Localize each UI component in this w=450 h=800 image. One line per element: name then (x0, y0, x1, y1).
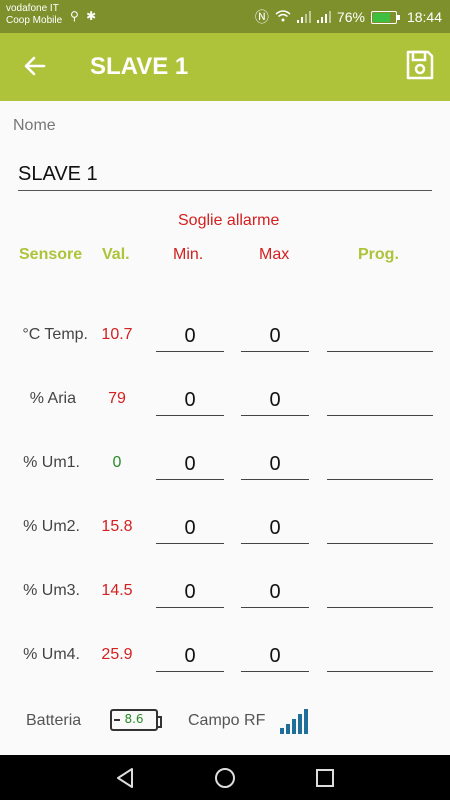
header-val: Val. (102, 246, 130, 263)
prog-input[interactable] (327, 513, 433, 544)
nfc-icon: Ⓝ (254, 9, 269, 25)
battery-voltage: 8.6 (124, 712, 144, 726)
min-threshold-input[interactable] (156, 577, 224, 608)
prog-input[interactable] (327, 641, 433, 672)
prog-input[interactable] (327, 449, 433, 480)
status-icons: Ⓝ 76% 18:44 (255, 7, 442, 27)
wifi-icon (275, 9, 291, 25)
soglie-allarme-label: Soglie allarme (178, 212, 280, 229)
prog-input[interactable] (327, 385, 433, 416)
save-icon[interactable] (406, 50, 434, 80)
max-threshold-input[interactable] (241, 449, 309, 480)
header-sensore: Sensore (19, 246, 83, 263)
sensor-label: % Um2. (23, 518, 80, 535)
header-min: Min. (173, 246, 204, 263)
page-title: SLAVE 1 (90, 53, 189, 80)
header-prog: Prog. (358, 246, 399, 263)
battery-level-icon: 8.6 (110, 709, 162, 731)
sensor-value: 25.9 (101, 646, 133, 663)
min-threshold-input[interactable] (156, 641, 224, 672)
signal-icon (296, 11, 311, 23)
home-circle-icon[interactable] (213, 766, 237, 790)
sensor-value: 14.5 (101, 582, 133, 599)
debug-icon: ✱ (86, 9, 97, 23)
min-threshold-input[interactable] (156, 321, 224, 352)
prog-input[interactable] (327, 577, 433, 608)
max-threshold-input[interactable] (241, 321, 309, 352)
min-threshold-input[interactable] (156, 513, 224, 544)
sensor-label: % Um3. (23, 582, 80, 599)
carrier-line-2: Coop Mobile (6, 15, 63, 26)
campo-rf-label: Campo RF (188, 712, 266, 729)
batteria-label: Batteria (26, 712, 82, 729)
sensor-value: 0 (112, 454, 122, 471)
max-threshold-input[interactable] (241, 641, 309, 672)
arrow-left-icon[interactable] (22, 53, 48, 79)
status-bar: vodafone IT Coop Mobile ⚲ ✱ Ⓝ 76% 18:44 (0, 0, 450, 33)
prog-input[interactable] (327, 321, 433, 352)
battery-icon (370, 10, 400, 24)
max-threshold-input[interactable] (241, 385, 309, 416)
max-threshold-input[interactable] (241, 577, 309, 608)
app-bar: SLAVE 1 (0, 33, 450, 101)
sensor-label: % Um4. (23, 646, 80, 663)
sensor-value: 79 (108, 390, 126, 407)
sensor-value: 15.8 (101, 518, 133, 535)
notification-icons: ⚲ ✱ (70, 9, 96, 23)
min-threshold-input[interactable] (156, 449, 224, 480)
nome-input[interactable] (18, 158, 432, 191)
signal-bars-icon (280, 708, 310, 734)
clock: 18:44 (406, 9, 442, 25)
header-max: Max (259, 246, 290, 263)
signal-icon (316, 11, 331, 23)
carrier-line-1: vodafone IT (6, 3, 59, 14)
max-threshold-input[interactable] (241, 513, 309, 544)
usb-icon: ⚲ (70, 9, 79, 23)
back-triangle-icon[interactable] (113, 766, 137, 790)
navigation-bar (0, 755, 450, 800)
min-threshold-input[interactable] (156, 385, 224, 416)
sensor-label: °C Temp. (22, 326, 88, 343)
sensor-label: % Aria (29, 390, 76, 407)
battery-percent: 76% (336, 9, 365, 25)
nome-label: Nome (13, 117, 56, 134)
carrier-name: vodafone IT Coop Mobile (6, 3, 62, 27)
sensor-label: % Um1. (23, 454, 80, 471)
sensor-value: 10.7 (101, 326, 133, 343)
recents-square-icon[interactable] (313, 766, 337, 790)
